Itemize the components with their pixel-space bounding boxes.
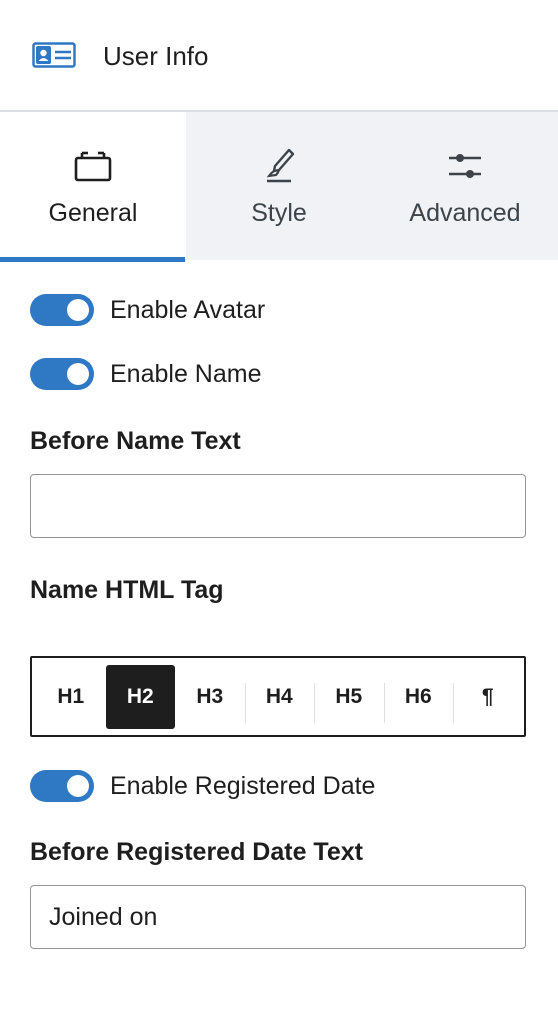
tag-h5-button[interactable]: H5 [314, 665, 384, 729]
enable-name-label: Enable Name [110, 360, 262, 388]
before-date-label: Before Registered Date Text [30, 838, 363, 866]
tab-advanced[interactable]: Advanced [372, 112, 558, 260]
tab-general-label: General [48, 199, 138, 227]
name-tag-label: Name HTML Tag [30, 576, 224, 604]
name-tag-selector: H1 H2 H3 H4 H5 H6 ¶ [30, 656, 526, 737]
toggle-knob [67, 299, 89, 321]
tag-h3-button[interactable]: H3 [175, 665, 245, 729]
brush-icon [266, 148, 295, 183]
tab-general[interactable]: General [0, 112, 186, 262]
tab-style[interactable]: Style [186, 112, 372, 260]
enable-name-row: Enable Name [30, 358, 261, 390]
user-card-icon [32, 42, 76, 68]
enable-avatar-label: Enable Avatar [110, 296, 266, 324]
enable-avatar-row: Enable Avatar [30, 294, 265, 326]
block-header: User Info [0, 0, 558, 112]
enable-registered-date-row: Enable Registered Date [30, 770, 375, 802]
before-name-label: Before Name Text [30, 427, 241, 455]
enable-registered-date-toggle[interactable] [30, 770, 94, 802]
card-icon [74, 151, 112, 182]
enable-avatar-toggle[interactable] [30, 294, 94, 326]
tag-h1-button[interactable]: H1 [36, 665, 106, 729]
tag-h4-button[interactable]: H4 [244, 665, 315, 729]
tab-advanced-label: Advanced [409, 199, 521, 227]
toggle-knob [67, 775, 89, 797]
enable-name-toggle[interactable] [30, 358, 94, 390]
enable-registered-date-label: Enable Registered Date [110, 772, 376, 800]
block-title: User Info [103, 41, 209, 71]
sliders-icon [449, 154, 481, 178]
tab-style-label: Style [251, 199, 307, 227]
before-name-input[interactable] [30, 474, 526, 538]
toggle-knob [67, 363, 89, 385]
tag-paragraph-button[interactable]: ¶ [453, 665, 523, 729]
inspector-tabs: General Style Advanced [0, 112, 558, 262]
tag-h2-button[interactable]: H2 [105, 664, 175, 729]
before-date-input[interactable] [30, 885, 526, 949]
tag-h6-button[interactable]: H6 [383, 665, 454, 729]
